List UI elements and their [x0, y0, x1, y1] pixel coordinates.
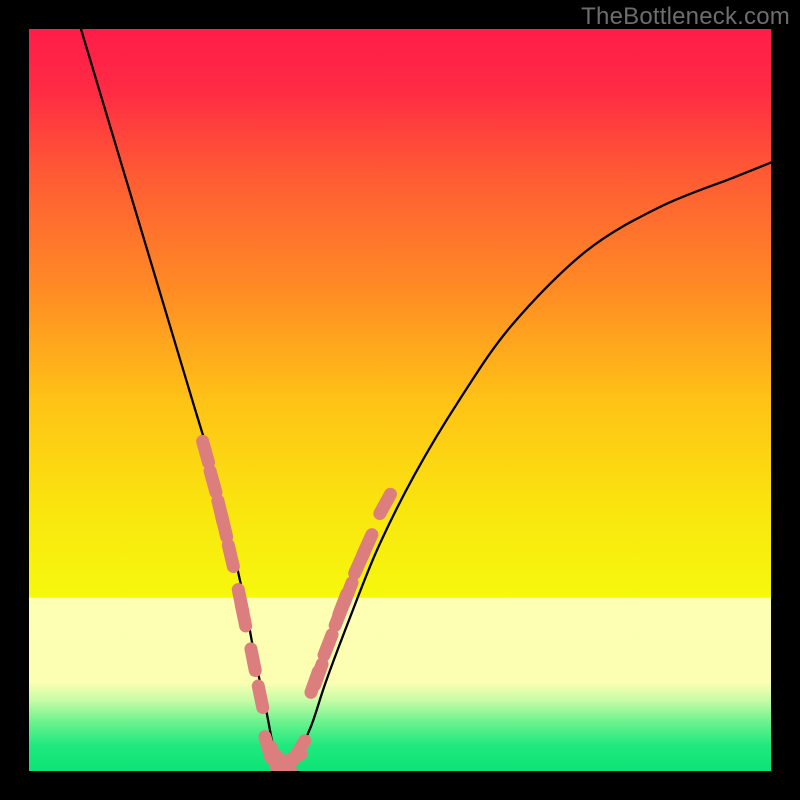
marker-capsule: [258, 686, 262, 708]
marker-capsule: [228, 545, 233, 566]
marker-capsule: [315, 664, 322, 685]
marker-capsule: [344, 583, 352, 604]
chart-wrapper: TheBottleneck.com: [0, 0, 800, 800]
marker-capsule: [241, 604, 245, 626]
curve-layer: [81, 29, 771, 765]
marker-capsule: [380, 494, 391, 513]
marker-capsule: [324, 635, 332, 656]
marker-capsule: [203, 441, 209, 462]
watermark-text: TheBottleneck.com: [581, 3, 790, 31]
marker-capsule: [251, 649, 255, 671]
marker-capsule: [363, 535, 372, 555]
bottleneck-curve: [81, 29, 771, 765]
markers-layer: [203, 441, 391, 770]
marker-capsule: [222, 515, 227, 536]
marker-capsule: [210, 471, 216, 492]
chart-svg: [29, 29, 771, 771]
